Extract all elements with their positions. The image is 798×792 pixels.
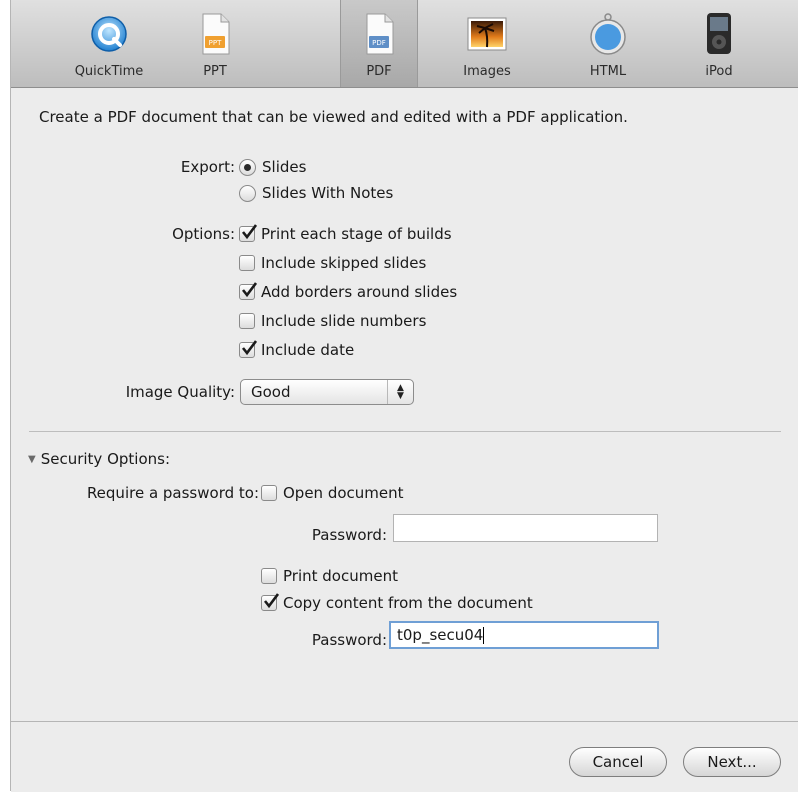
export-slides-radio[interactable]: Slides bbox=[239, 156, 306, 178]
copy-password-value: t0p_secu04 bbox=[397, 626, 484, 644]
separator bbox=[29, 431, 781, 432]
checkbox-checked-icon bbox=[261, 593, 279, 611]
require-password-label: Require a password to: bbox=[86, 484, 259, 502]
open-password-field[interactable] bbox=[393, 514, 658, 542]
include-slide-numbers-checkbox[interactable]: Include slide numbers bbox=[239, 310, 426, 332]
add-borders-checkbox[interactable]: Add borders around slides bbox=[239, 281, 457, 303]
tab-ipod[interactable]: iPod bbox=[681, 0, 757, 87]
export-slides-with-notes-radio[interactable]: Slides With Notes bbox=[239, 182, 393, 204]
radio-selected-icon bbox=[239, 158, 256, 176]
images-icon bbox=[467, 17, 507, 51]
checkbox-unchecked-icon bbox=[239, 313, 255, 329]
checkbox-label: Copy content from the document bbox=[283, 594, 533, 612]
svg-text:PPT: PPT bbox=[209, 39, 222, 47]
copy-content-checkbox[interactable]: Copy content from the document bbox=[261, 592, 533, 614]
tab-ppt[interactable]: PPT PPT bbox=[177, 0, 253, 87]
include-skipped-slides-checkbox[interactable]: Include skipped slides bbox=[239, 252, 426, 274]
security-options-disclosure[interactable]: ▼ Security Options: bbox=[28, 450, 170, 468]
image-quality-label: Image Quality: bbox=[125, 383, 235, 401]
open-password-label: Password: bbox=[311, 526, 387, 544]
tab-label: QuickTime bbox=[74, 64, 144, 79]
popup-value: Good bbox=[251, 383, 291, 401]
tab-label: iPod bbox=[705, 64, 733, 79]
next-button[interactable]: Next... bbox=[683, 747, 781, 777]
copy-password-label: Password: bbox=[311, 631, 387, 649]
radio-label: Slides With Notes bbox=[262, 184, 394, 202]
checkbox-label: Open document bbox=[283, 484, 404, 502]
print-document-checkbox[interactable]: Print document bbox=[261, 565, 398, 587]
checkbox-checked-icon bbox=[239, 282, 257, 300]
radio-unselected-icon bbox=[239, 184, 256, 202]
security-options-title: Security Options: bbox=[40, 450, 170, 468]
checkbox-unchecked-icon bbox=[261, 568, 277, 584]
copy-password-field[interactable]: t0p_secu04 bbox=[389, 621, 659, 649]
checkbox-unchecked-icon bbox=[239, 255, 255, 271]
tab-html[interactable]: HTML bbox=[570, 0, 646, 87]
tab-label: PPT bbox=[203, 64, 227, 79]
tab-label: HTML bbox=[589, 64, 627, 79]
export-format-toolbar: QuickTime PPT PPT PDF PDF Images HTML iP… bbox=[11, 0, 798, 88]
checkbox-label: Include skipped slides bbox=[261, 254, 427, 272]
checkbox-checked-icon bbox=[239, 340, 257, 358]
quicktime-icon bbox=[91, 16, 127, 52]
dialog-button-bar: Cancel Next... bbox=[11, 721, 798, 792]
pdf-document-icon: PDF bbox=[366, 13, 394, 55]
checkbox-label: Print each stage of builds bbox=[261, 225, 452, 243]
text-cursor bbox=[483, 627, 485, 644]
ppt-document-icon: PPT bbox=[202, 13, 230, 55]
radio-label: Slides bbox=[262, 158, 307, 176]
checkbox-label: Include date bbox=[261, 341, 355, 359]
tab-label: PDF bbox=[366, 64, 392, 79]
description-text: Create a PDF document that can be viewed… bbox=[39, 108, 628, 126]
ipod-icon bbox=[707, 13, 731, 54]
checkbox-checked-icon bbox=[239, 224, 257, 242]
print-each-stage-checkbox[interactable]: Print each stage of builds bbox=[239, 223, 452, 245]
checkbox-label: Add borders around slides bbox=[261, 283, 458, 301]
include-date-checkbox[interactable]: Include date bbox=[239, 339, 354, 361]
export-dialog: QuickTime PPT PPT PDF PDF Images HTML iP… bbox=[10, 0, 798, 792]
tab-label: Images bbox=[463, 64, 511, 79]
open-document-checkbox[interactable]: Open document bbox=[261, 482, 404, 504]
tab-images[interactable]: Images bbox=[449, 0, 525, 87]
tab-pdf[interactable]: PDF PDF bbox=[340, 0, 418, 87]
pdf-export-options: Create a PDF document that can be viewed… bbox=[11, 88, 798, 710]
tab-quicktime[interactable]: QuickTime bbox=[71, 0, 147, 87]
checkbox-label: Print document bbox=[283, 567, 398, 585]
options-label: Options: bbox=[172, 225, 235, 243]
safari-compass-icon bbox=[590, 13, 626, 55]
export-label: Export: bbox=[180, 158, 235, 176]
svg-text:PDF: PDF bbox=[372, 39, 386, 47]
checkbox-label: Include slide numbers bbox=[261, 312, 427, 330]
checkbox-unchecked-icon bbox=[261, 485, 277, 501]
disclosure-triangle-icon: ▼ bbox=[28, 453, 36, 465]
updown-arrows-icon: ▲ ▼ bbox=[387, 380, 413, 404]
image-quality-popup[interactable]: Good ▲ ▼ bbox=[240, 379, 414, 405]
cancel-button[interactable]: Cancel bbox=[569, 747, 667, 777]
